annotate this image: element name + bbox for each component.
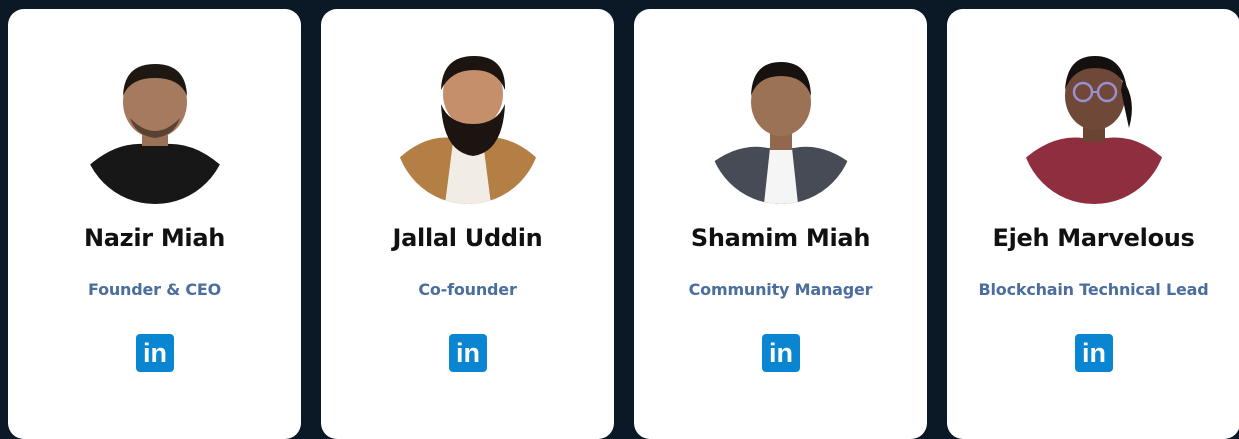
- team-member-card: Jallal Uddin Co-founder in: [321, 9, 614, 439]
- avatar: [81, 50, 228, 204]
- avatar: [1020, 50, 1167, 204]
- linkedin-button[interactable]: in: [135, 334, 174, 372]
- member-role: Co-founder: [418, 280, 517, 299]
- team-member-card: Nazir Miah Founder & CEO in: [8, 9, 301, 439]
- linkedin-icon: in: [456, 338, 480, 368]
- team-section: Nazir Miah Founder & CEO in Jallal Uddin…: [0, 0, 1239, 439]
- avatar: [394, 50, 541, 204]
- svg-text:in: in: [456, 338, 480, 368]
- linkedin-icon: in: [769, 338, 793, 368]
- member-name: Shamim Miah: [690, 224, 871, 252]
- member-role: Community Manager: [688, 280, 873, 299]
- member-name: Ejeh Marvelous: [992, 224, 1195, 252]
- member-role: Blockchain Technical Lead: [978, 280, 1209, 299]
- linkedin-icon: in: [143, 338, 167, 368]
- linkedin-icon: in: [1082, 338, 1106, 368]
- person-photo-icon: [1020, 50, 1167, 204]
- person-photo-icon: [81, 50, 228, 204]
- linkedin-button[interactable]: in: [448, 334, 487, 372]
- member-role: Founder & CEO: [87, 280, 222, 299]
- svg-text:in: in: [769, 338, 793, 368]
- team-member-card: Ejeh Marvelous Blockchain Technical Lead…: [947, 9, 1239, 439]
- person-photo-icon: [394, 50, 541, 204]
- member-name: Nazir Miah: [83, 224, 226, 252]
- linkedin-button[interactable]: in: [761, 334, 800, 372]
- member-name: Jallal Uddin: [392, 224, 543, 252]
- avatar: [707, 50, 854, 204]
- linkedin-button[interactable]: in: [1074, 334, 1113, 372]
- svg-text:in: in: [143, 338, 167, 368]
- svg-text:in: in: [1082, 338, 1106, 368]
- person-photo-icon: [707, 50, 854, 204]
- team-member-card: Shamim Miah Community Manager in: [634, 9, 927, 439]
